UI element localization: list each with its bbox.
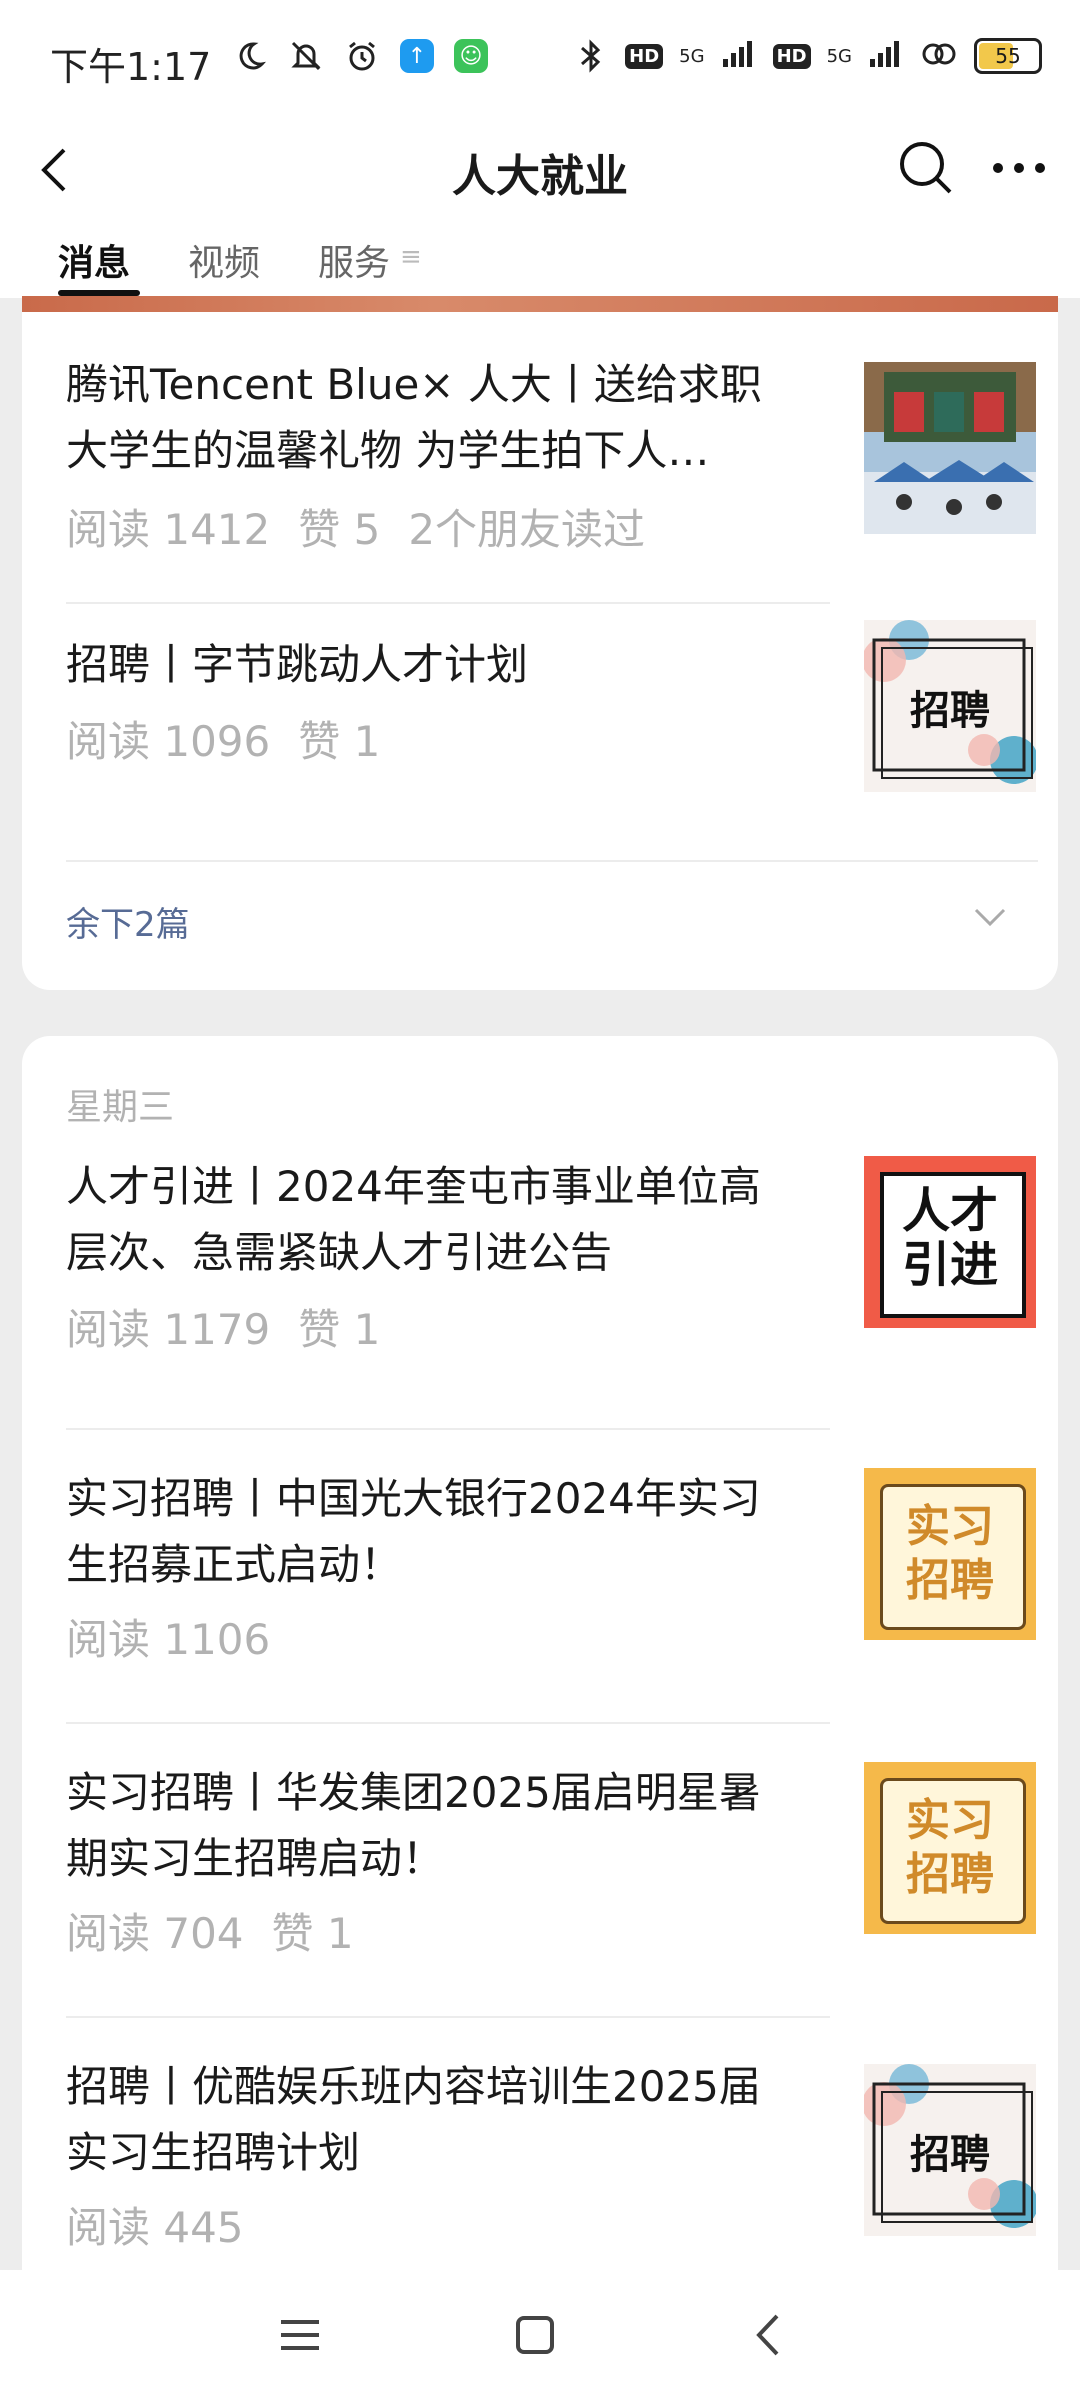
system-nav-bar (0, 2270, 1080, 2400)
article-title: 实习招聘丨华发集团2025届启明星暑期实习生招聘启动！ (66, 1768, 761, 1883)
bell-muted-icon (288, 38, 324, 74)
divider (66, 1428, 830, 1430)
article-title: 实习招聘丨中国光大银行2024年实习生招募正式启动！ (66, 1474, 761, 1589)
article-item[interactable]: 招聘丨优酷娱乐班内容培训生2025届实习生招聘计划 阅读 445 招聘 (66, 2054, 1058, 2254)
read-count: 阅读 1096 (66, 717, 271, 766)
alarm-icon (344, 38, 380, 74)
article-meta: 阅读 1179 赞 1 (66, 1296, 408, 1357)
article-meta: 阅读 704 赞 1 (66, 1900, 382, 1961)
article-item[interactable]: 招聘丨字节跳动人才计划 阅读 1096 赞 1 招聘 (66, 620, 1058, 812)
signal-icon-2 (868, 39, 904, 73)
article-thumbnail: 招聘 (864, 620, 1036, 792)
previous-banner-edge (22, 296, 1058, 312)
chevron-down-icon (974, 908, 1006, 927)
cat-app-icon: ☺ (454, 39, 488, 73)
signal-icon-1 (721, 39, 757, 73)
more-button[interactable] (984, 138, 1054, 198)
divider (66, 860, 1038, 862)
article-thumbnail (864, 362, 1036, 534)
upload-app-icon: ↑ (400, 39, 434, 73)
thumbnail-text: 招聘 (910, 2132, 990, 2178)
thumbnail-text: 实习 招聘 (906, 1795, 994, 1900)
nav-home-button[interactable] (500, 2300, 570, 2370)
nav-menu-button[interactable] (265, 2300, 335, 2370)
tab-services[interactable]: 服务 (318, 234, 390, 286)
divider (66, 2016, 830, 2018)
read-count: 阅读 704 (66, 1909, 244, 1958)
article-title: 腾讯Tencent Blue× 人大丨送给求职大学生的温馨礼物 为学生拍下人… (66, 360, 762, 475)
read-count: 阅读 1412 (66, 505, 271, 554)
thumbnail-text: 实习 招聘 (906, 1501, 994, 1606)
tab-messages[interactable]: 消息 (58, 234, 130, 286)
tab-videos[interactable]: 视频 (188, 234, 260, 286)
friends-read: 2个朋友读过 (408, 505, 646, 554)
status-bar: 下午1:17 ↑ ☺ HD 5G HD 5G 55 (0, 0, 1080, 120)
battery-level: 55 (995, 44, 1021, 68)
status-right-icons: HD 5G HD 5G 55 (573, 38, 1042, 74)
article-title: 人才引进丨2024年奎屯市事业单位高层次、急需紧缺人才引进公告 (66, 1162, 761, 1277)
read-count: 阅读 1106 (66, 1615, 271, 1664)
tab-overflow-icon[interactable]: ≡ (400, 242, 422, 272)
hd-badge-2: HD (772, 43, 811, 69)
home-square-icon (516, 2316, 554, 2354)
article-item[interactable]: 实习招聘丨中国光大银行2024年实习生招募正式启动！ 阅读 1106 实习 招聘 (66, 1466, 1058, 1666)
search-icon (900, 142, 952, 194)
article-thumbnail: 人才 引进 (864, 1156, 1036, 1328)
article-thumbnail: 实习 招聘 (864, 1468, 1036, 1640)
moon-icon (232, 38, 268, 74)
more-dots-icon (993, 163, 1045, 173)
divider (66, 1722, 830, 1724)
divider (66, 602, 830, 604)
article-meta: 阅读 1412 赞 5 2个朋友读过 (66, 496, 673, 557)
menu-icon (281, 2320, 319, 2350)
article-meta: 阅读 1096 赞 1 (66, 708, 408, 769)
thumbnail-text: 招聘 (910, 688, 990, 734)
bluetooth-icon (573, 38, 609, 74)
nav-back-button[interactable] (735, 2300, 805, 2370)
article-title: 招聘丨优酷娱乐班内容培训生2025届实习生招聘计划 (66, 2062, 761, 2177)
article-meta: 阅读 1106 (66, 1606, 298, 1667)
thumbnail-text: 人才 引进 (901, 1183, 998, 1293)
article-meta: 阅读 445 (66, 2194, 272, 2255)
article-item[interactable]: 腾讯Tencent Blue× 人大丨送给求职大学生的温馨礼物 为学生拍下人… … (66, 352, 1058, 554)
message-card: 腾讯Tencent Blue× 人大丨送给求职大学生的温馨礼物 为学生拍下人… … (22, 312, 1058, 990)
hd-badge-1: HD (625, 43, 664, 69)
like-count: 赞 5 (298, 505, 381, 554)
tab-bar: 消息 视频 服务 ≡ (0, 220, 1080, 298)
like-count: 赞 1 (298, 1305, 381, 1354)
status-time: 下午1:17 (50, 45, 212, 89)
battery-indicator: 55 (974, 38, 1042, 74)
network-5g-1: 5G (679, 45, 705, 67)
message-card: 星期三 人才引进丨2024年奎屯市事业单位高层次、急需紧缺人才引进公告 阅读 1… (22, 1036, 1058, 2400)
date-label: 星期三 (66, 1087, 175, 1128)
read-count: 阅读 445 (66, 2203, 244, 2252)
back-arrow-icon (756, 2314, 779, 2356)
link-icon (920, 39, 958, 73)
read-count: 阅读 1179 (66, 1305, 271, 1354)
like-count: 赞 1 (298, 717, 381, 766)
article-thumbnail: 实习 招聘 (864, 1762, 1036, 1934)
search-button[interactable] (896, 138, 956, 198)
expand-button[interactable] (972, 902, 1008, 932)
article-thumbnail: 招聘 (864, 2064, 1036, 2236)
article-item[interactable]: 实习招聘丨华发集团2025届启明星暑期实习生招聘启动！ 阅读 704 赞 1 实习… (66, 1760, 1058, 1960)
app-header: 人大就业 (0, 120, 1080, 220)
remaining-articles-link[interactable]: 余下2篇 (66, 897, 190, 946)
article-item[interactable]: 人才引进丨2024年奎屯市事业单位高层次、急需紧缺人才引进公告 阅读 1179 赞… (66, 1156, 1058, 1372)
like-count: 赞 1 (271, 1909, 354, 1958)
status-left-icons: ↑ ☺ (232, 38, 488, 74)
network-5g-2: 5G (826, 45, 852, 67)
article-title: 招聘丨字节跳动人才计划 (66, 640, 529, 689)
